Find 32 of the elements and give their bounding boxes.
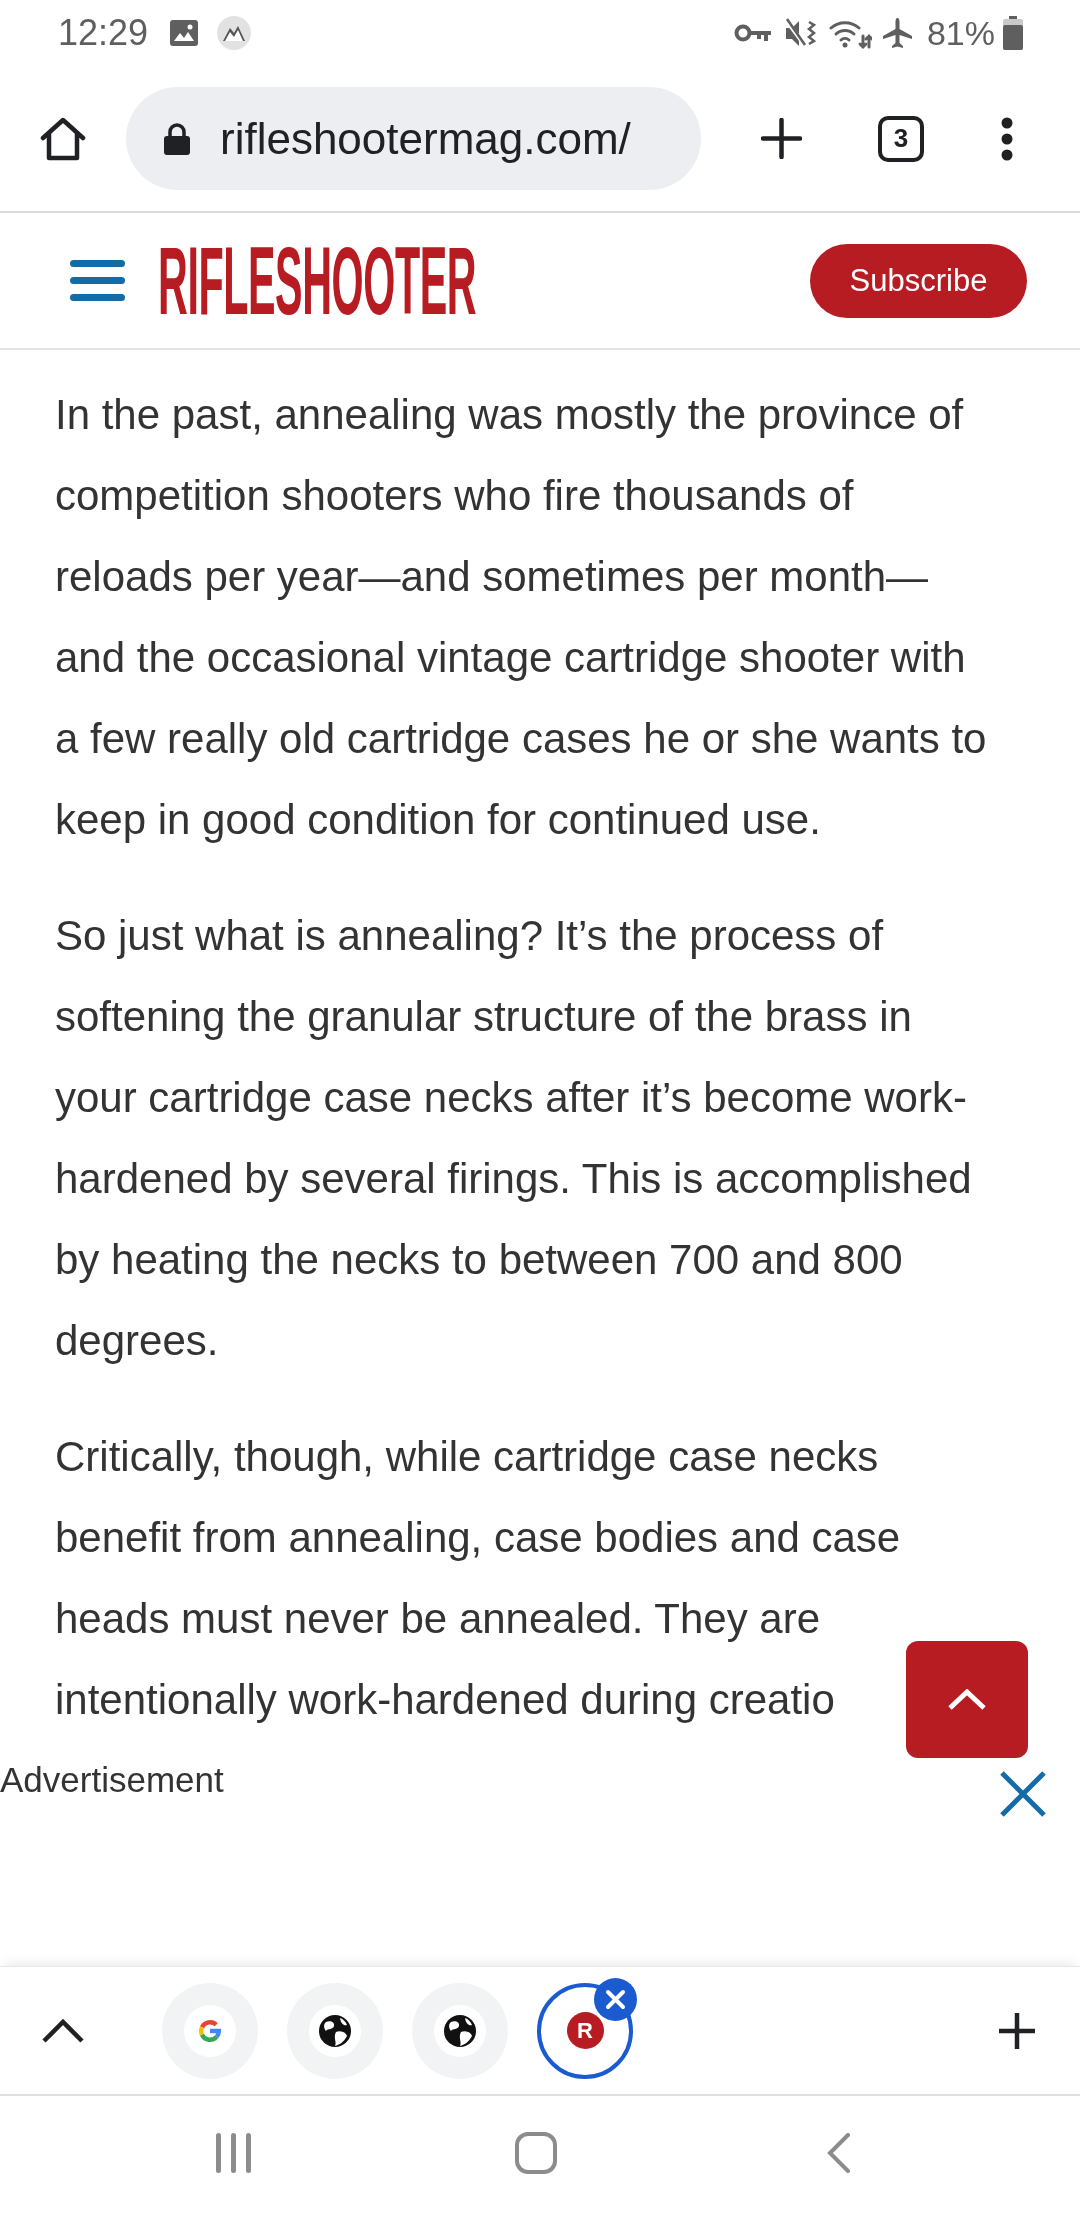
menu-icon[interactable] xyxy=(70,260,125,301)
ad-label: Advertisement xyxy=(0,1760,224,1800)
plus-icon[interactable] xyxy=(998,2011,1036,2050)
site-favicon: R xyxy=(566,2012,604,2049)
recent-apps-icon[interactable] xyxy=(216,2133,251,2173)
site-logo[interactable]: RIFLESHOOTER xyxy=(158,244,477,317)
home-icon[interactable] xyxy=(40,115,86,162)
battery-icon xyxy=(1002,16,1024,50)
article-paragraph: Critically, though, while cartridge case necks benefit from annealing, case bodies and case heads must never be annealed. They are intentionally work-hardened during creatio xyxy=(55,1432,901,1725)
key-icon xyxy=(733,22,772,44)
chevron-up-icon[interactable] xyxy=(40,2016,86,2045)
airplane-icon xyxy=(881,16,913,50)
plus-icon[interactable] xyxy=(761,118,802,159)
back-to-top-button[interactable] xyxy=(906,1641,1028,1758)
globe-icon xyxy=(309,2004,361,2057)
g-logo-icon xyxy=(184,2004,236,2057)
globe-icon xyxy=(434,2004,486,2057)
close-icon[interactable] xyxy=(999,1770,1047,1818)
article-paragraph: In the past, annealing was mostly the province of competition shooters who fire thousands of reloads per year—and sometimes per month— and the occasional vintage cartridge shooter with a few really old cartridge cases he or she wants to keep in good condition for continued use. xyxy=(55,390,987,845)
image-icon xyxy=(169,19,200,47)
chevron-up-icon xyxy=(947,1688,987,1711)
article-paragraph: So just what is annealing? It’s the process of softening the granular structure of the brass in your cartridge case necks after it’s become work-hardened by several firings. This is accomplished by heating the necks to between 700 and 800 degrees. xyxy=(55,911,973,1366)
lock-icon xyxy=(163,122,191,155)
mountain-circle-icon xyxy=(217,16,252,50)
close-tab-icon[interactable] xyxy=(594,1977,637,2021)
tab-switcher-button[interactable]: 3 xyxy=(878,115,924,162)
back-icon[interactable] xyxy=(827,2133,851,2173)
address-bar[interactable]: rifleshootermag.com/ xyxy=(126,87,701,190)
more-options-icon[interactable] xyxy=(1001,116,1013,161)
subscribe-button[interactable]: Subscribe xyxy=(810,243,1027,318)
battery-percent: 81% xyxy=(926,13,995,53)
clock-time: 12:29 xyxy=(58,13,149,53)
